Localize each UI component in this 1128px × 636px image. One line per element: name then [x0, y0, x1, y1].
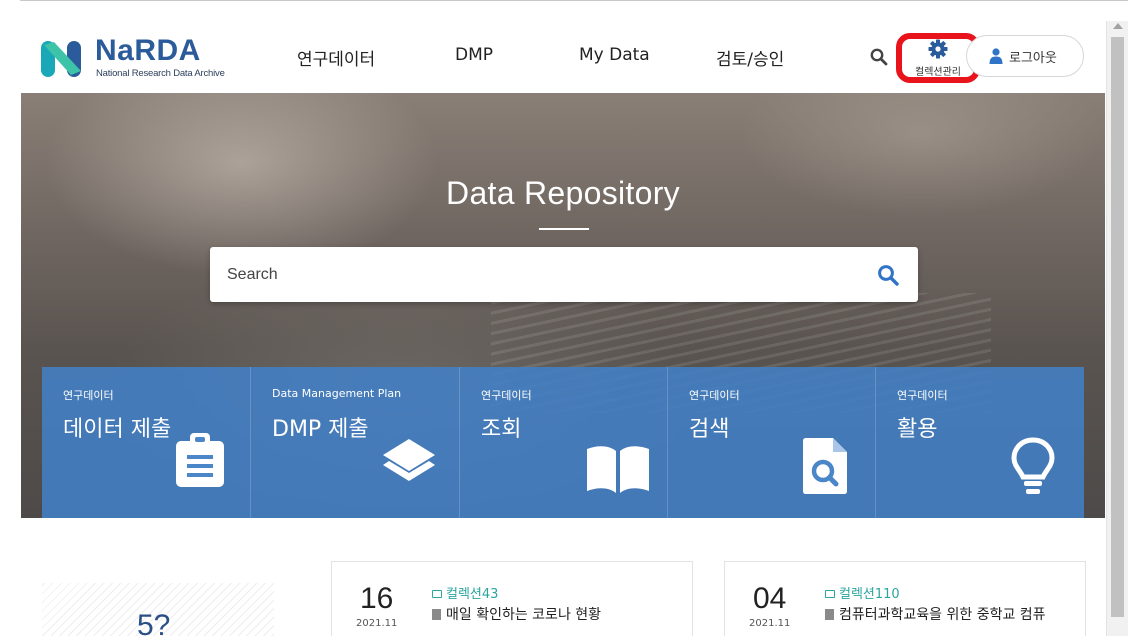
tile-category: 연구데이터 [63, 389, 114, 402]
open-book-icon [587, 446, 649, 493]
card-collection[interactable]: 컬렉션110 [825, 583, 900, 602]
tile-title: 데이터 제출 [63, 417, 172, 442]
logout-label: 로그아웃 [1009, 51, 1057, 66]
nav-dmp[interactable]: DMP [455, 45, 493, 65]
hero-banner: Data Repository 연구데이터 데이터 제출 [21, 93, 1105, 518]
card-collection[interactable]: 컬렉션43 [432, 583, 498, 602]
card-day: 16 [360, 582, 394, 615]
document-icon [825, 609, 834, 620]
tile-dmp-submit[interactable]: Data Management Plan DMP 제출 [251, 367, 460, 518]
card-year-month: 2021.11 [356, 618, 398, 629]
folder-icon [825, 590, 835, 598]
collection-card[interactable]: 16 2021.11 컬렉션43 매일 확인하는 코로나 현황 [331, 561, 693, 636]
card-collection-label: 컬렉션43 [446, 587, 499, 602]
tile-title: 활용 [897, 417, 938, 442]
tile-category: 연구데이터 [481, 389, 532, 402]
lightbulb-icon [1011, 437, 1055, 494]
clipboard-icon [176, 433, 224, 487]
nav-my-data[interactable]: My Data [579, 45, 650, 65]
stat-box: 5? [42, 583, 274, 636]
card-title[interactable]: 매일 확인하는 코로나 현황 [432, 604, 601, 624]
tile-title: 조회 [481, 417, 522, 442]
tile-category: 연구데이터 [897, 389, 948, 402]
vertical-scrollbar[interactable] [1106, 21, 1128, 636]
scroll-up-arrow-icon[interactable] [1113, 23, 1123, 29]
card-title-label: 매일 확인하는 코로나 현황 [446, 607, 602, 623]
tile-utilize[interactable]: 연구데이터 활용 [876, 367, 1084, 518]
tile-category: 연구데이터 [689, 389, 740, 402]
narda-logo-mark-icon [41, 41, 81, 77]
user-icon [989, 48, 1003, 64]
collection-manage-label: 컬렉션관리 [915, 67, 961, 78]
window-margin [0, 0, 20, 636]
card-title[interactable]: 컴퓨터과학교육을 위한 중학교 컴퓨 [825, 604, 1046, 624]
hero-title: Data Repository [446, 175, 680, 211]
nav-research-data[interactable]: 연구데이터 [297, 45, 375, 70]
hero-title-underline [539, 228, 589, 230]
scrollbar-thumb[interactable] [1111, 37, 1124, 617]
tile-search[interactable]: 연구데이터 검색 [668, 367, 876, 518]
logo-title: NaRDA [95, 34, 201, 67]
tile-category: Data Management Plan [272, 387, 402, 400]
search-icon[interactable] [870, 48, 888, 66]
main-search-input[interactable] [210, 247, 870, 302]
content-section: 5? 16 2021.11 컬렉션43 매일 확인하는 코로나 현황 04 20… [21, 518, 1105, 636]
card-day: 04 [753, 582, 787, 615]
card-collection-label: 컬렉션110 [839, 587, 900, 602]
tile-title: 검색 [689, 417, 730, 442]
collection-card[interactable]: 04 2021.11 컬렉션110 컴퓨터과학교육을 위한 중학교 컴퓨 [724, 561, 1086, 636]
tile-data-submit[interactable]: 연구데이터 데이터 제출 [42, 367, 251, 518]
quick-menu-tiles: 연구데이터 데이터 제출 Data Management Plan DMP 제출 [42, 367, 1084, 518]
logo-subtitle: National Research Data Archive [96, 68, 225, 79]
main-search-box [210, 247, 918, 302]
logout-button[interactable]: 로그아웃 [966, 35, 1084, 77]
gear-icon [928, 39, 948, 59]
nav-review-approval[interactable]: 검토/승인 [716, 45, 784, 70]
card-title-label: 컴퓨터과학교육을 위한 중학교 컴퓨 [839, 607, 1046, 623]
main-search-button-icon[interactable] [876, 263, 900, 287]
tile-browse[interactable]: 연구데이터 조회 [460, 367, 668, 518]
tile-title: DMP 제출 [272, 417, 369, 442]
stat-number: 5? [137, 609, 171, 636]
document-icon [432, 609, 441, 620]
site-header: NaRDA National Research Data Archive 연구데… [21, 21, 1105, 93]
search-document-icon [803, 438, 847, 494]
layers-icon [383, 439, 435, 481]
card-year-month: 2021.11 [749, 618, 791, 629]
folder-icon [432, 590, 442, 598]
page: NaRDA National Research Data Archive 연구데… [21, 21, 1105, 636]
narda-logo[interactable]: NaRDA National Research Data Archive [41, 34, 241, 81]
